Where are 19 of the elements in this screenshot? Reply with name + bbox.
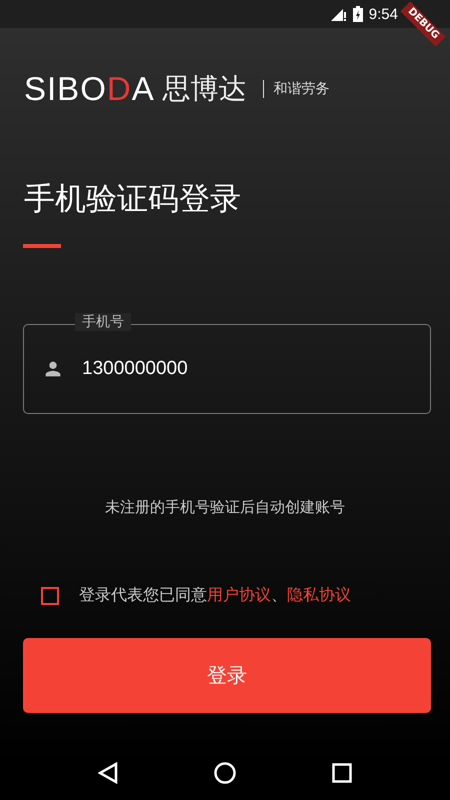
- logo-wordmark: SIBODA: [24, 70, 155, 108]
- back-icon[interactable]: [98, 762, 118, 784]
- logo-slogan: 和谐劳务: [274, 80, 330, 98]
- signal-icon: [330, 7, 347, 21]
- agreement-link[interactable]: 用户协议: [207, 585, 271, 604]
- status-time: 9:54: [368, 6, 398, 22]
- agreement-text: 登录代表您已同意用户协议、隐私协议: [79, 585, 351, 606]
- agreement-link[interactable]: 隐私协议: [287, 585, 351, 604]
- logo-chinese-name: 思博达: [162, 71, 247, 107]
- hint-text: 未注册的手机号验证后自动创建账号: [104, 498, 346, 517]
- field-label: 手机号: [75, 313, 131, 331]
- home-icon[interactable]: [214, 762, 236, 784]
- agreement-checkbox[interactable]: [41, 586, 59, 604]
- page-title: 手机验证码登录: [24, 180, 242, 219]
- phone-number-input[interactable]: 1300000000: [82, 358, 382, 380]
- title-underline: [23, 244, 61, 248]
- battery-icon: [352, 6, 363, 22]
- login-button[interactable]: 登录: [23, 638, 431, 713]
- recents-icon[interactable]: [332, 762, 352, 782]
